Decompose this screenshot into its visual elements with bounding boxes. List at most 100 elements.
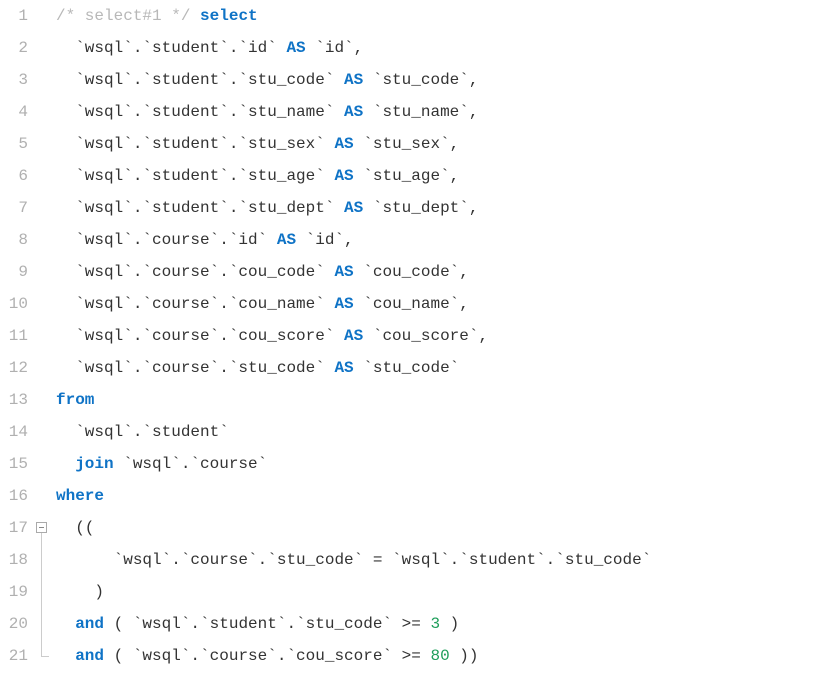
line-number-gutter: 123456789101112131415161718192021	[0, 0, 34, 677]
code-line[interactable]: from	[56, 384, 820, 416]
token-kw: AS	[286, 32, 305, 64]
line-number: 14	[0, 416, 28, 448]
token-txt: `stu_age`,	[354, 160, 460, 192]
code-line[interactable]: `wsql`.`student`.`stu_sex` AS `stu_sex`,	[56, 128, 820, 160]
code-line[interactable]: `wsql`.`student`.`stu_age` AS `stu_age`,	[56, 160, 820, 192]
code-line[interactable]: `wsql`.`course`.`stu_code` = `wsql`.`stu…	[56, 544, 820, 576]
token-txt: `wsql`.`course`.`stu_code` = `wsql`.`stu…	[56, 544, 651, 576]
fold-cell[interactable]	[34, 512, 54, 544]
token-txt: `wsql`.`course`.`stu_code`	[56, 352, 334, 384]
fold-cell	[34, 32, 54, 64]
token-kw: AS	[344, 96, 363, 128]
fold-cell	[34, 256, 54, 288]
token-kw: AS	[334, 160, 353, 192]
fold-cell	[34, 352, 54, 384]
fold-cell	[34, 480, 54, 512]
fold-cell	[34, 192, 54, 224]
fold-gutter	[34, 0, 54, 677]
code-line[interactable]: /* select#1 */ select	[56, 0, 820, 32]
line-number: 21	[0, 640, 28, 672]
token-txt: `cou_code`,	[354, 256, 469, 288]
code-line[interactable]: `wsql`.`course`.`id` AS `id`,	[56, 224, 820, 256]
token-kw: where	[56, 480, 104, 512]
token-txt: `wsql`.`student`.`stu_age`	[56, 160, 334, 192]
token-txt: `stu_code`	[354, 352, 460, 384]
token-txt: `wsql`.`student`.`stu_name`	[56, 96, 344, 128]
line-number: 6	[0, 160, 28, 192]
token-txt: )	[440, 608, 459, 640]
line-number: 10	[0, 288, 28, 320]
token-txt: `id`,	[306, 32, 364, 64]
line-number: 16	[0, 480, 28, 512]
token-txt: `wsql`.`course`.`cou_code`	[56, 256, 334, 288]
line-number: 1	[0, 0, 28, 32]
token-txt: `wsql`.`student`.`id`	[56, 32, 286, 64]
token-txt: `wsql`.`student`.`stu_code`	[56, 64, 344, 96]
code-line[interactable]: `wsql`.`course`.`cou_name` AS `cou_name`…	[56, 288, 820, 320]
fold-cell	[34, 0, 54, 32]
token-kw: join	[75, 448, 113, 480]
token-txt: ( `wsql`.`student`.`stu_code` >=	[104, 608, 430, 640]
token-num: 3	[430, 608, 440, 640]
fold-cell	[34, 224, 54, 256]
token-txt: `wsql`.`course`.`id`	[56, 224, 277, 256]
line-number: 5	[0, 128, 28, 160]
token-txt: `wsql`.`course`.`cou_name`	[56, 288, 334, 320]
token-txt: `wsql`.`student`.`stu_dept`	[56, 192, 344, 224]
code-line[interactable]: join `wsql`.`course`	[56, 448, 820, 480]
line-number: 2	[0, 32, 28, 64]
line-number: 12	[0, 352, 28, 384]
code-line[interactable]: and ( `wsql`.`course`.`cou_score` >= 80 …	[56, 640, 820, 672]
fold-cell	[34, 448, 54, 480]
token-kw: AS	[334, 288, 353, 320]
token-txt: `stu_sex`,	[354, 128, 460, 160]
fold-cell	[34, 128, 54, 160]
line-number: 15	[0, 448, 28, 480]
token-txt: `wsql`.`course`	[114, 448, 268, 480]
token-txt: `stu_code`,	[363, 64, 478, 96]
token-txt: `stu_name`,	[363, 96, 478, 128]
token-txt: ))	[450, 640, 479, 672]
fold-toggle-icon[interactable]	[36, 522, 47, 533]
fold-cell	[34, 384, 54, 416]
token-kw: and	[75, 608, 104, 640]
token-txt	[56, 608, 75, 640]
token-num: 80	[430, 640, 449, 672]
fold-cell	[34, 160, 54, 192]
line-number: 4	[0, 96, 28, 128]
code-line[interactable]: `wsql`.`student`	[56, 416, 820, 448]
code-line[interactable]: `wsql`.`course`.`cou_code` AS `cou_code`…	[56, 256, 820, 288]
code-line[interactable]: where	[56, 480, 820, 512]
line-number: 19	[0, 576, 28, 608]
token-kw: AS	[344, 320, 363, 352]
fold-cell	[34, 544, 54, 576]
code-line[interactable]: `wsql`.`student`.`id` AS `id`,	[56, 32, 820, 64]
code-content[interactable]: /* select#1 */ select `wsql`.`student`.`…	[54, 0, 820, 677]
code-line[interactable]: )	[56, 576, 820, 608]
token-kw: AS	[334, 352, 353, 384]
token-txt	[56, 448, 75, 480]
token-txt	[190, 0, 200, 32]
fold-cell	[34, 608, 54, 640]
token-txt: ( `wsql`.`course`.`cou_score` >=	[104, 640, 430, 672]
code-line[interactable]: `wsql`.`student`.`stu_dept` AS `stu_dept…	[56, 192, 820, 224]
code-line[interactable]: ((	[56, 512, 820, 544]
code-line[interactable]: `wsql`.`course`.`cou_score` AS `cou_scor…	[56, 320, 820, 352]
fold-cell	[34, 288, 54, 320]
code-line[interactable]: `wsql`.`student`.`stu_code` AS `stu_code…	[56, 64, 820, 96]
code-line[interactable]: and ( `wsql`.`student`.`stu_code` >= 3 )	[56, 608, 820, 640]
token-kw: AS	[277, 224, 296, 256]
code-line[interactable]: `wsql`.`student`.`stu_name` AS `stu_name…	[56, 96, 820, 128]
line-number: 11	[0, 320, 28, 352]
fold-cell	[34, 64, 54, 96]
fold-cell	[34, 320, 54, 352]
line-number: 9	[0, 256, 28, 288]
code-editor: 123456789101112131415161718192021 /* sel…	[0, 0, 820, 677]
code-line[interactable]: `wsql`.`course`.`stu_code` AS `stu_code`	[56, 352, 820, 384]
token-txt: `id`,	[296, 224, 354, 256]
token-kw: AS	[334, 256, 353, 288]
fold-cell	[34, 416, 54, 448]
line-number: 8	[0, 224, 28, 256]
token-txt: `stu_dept`,	[363, 192, 478, 224]
fold-cell	[34, 576, 54, 608]
